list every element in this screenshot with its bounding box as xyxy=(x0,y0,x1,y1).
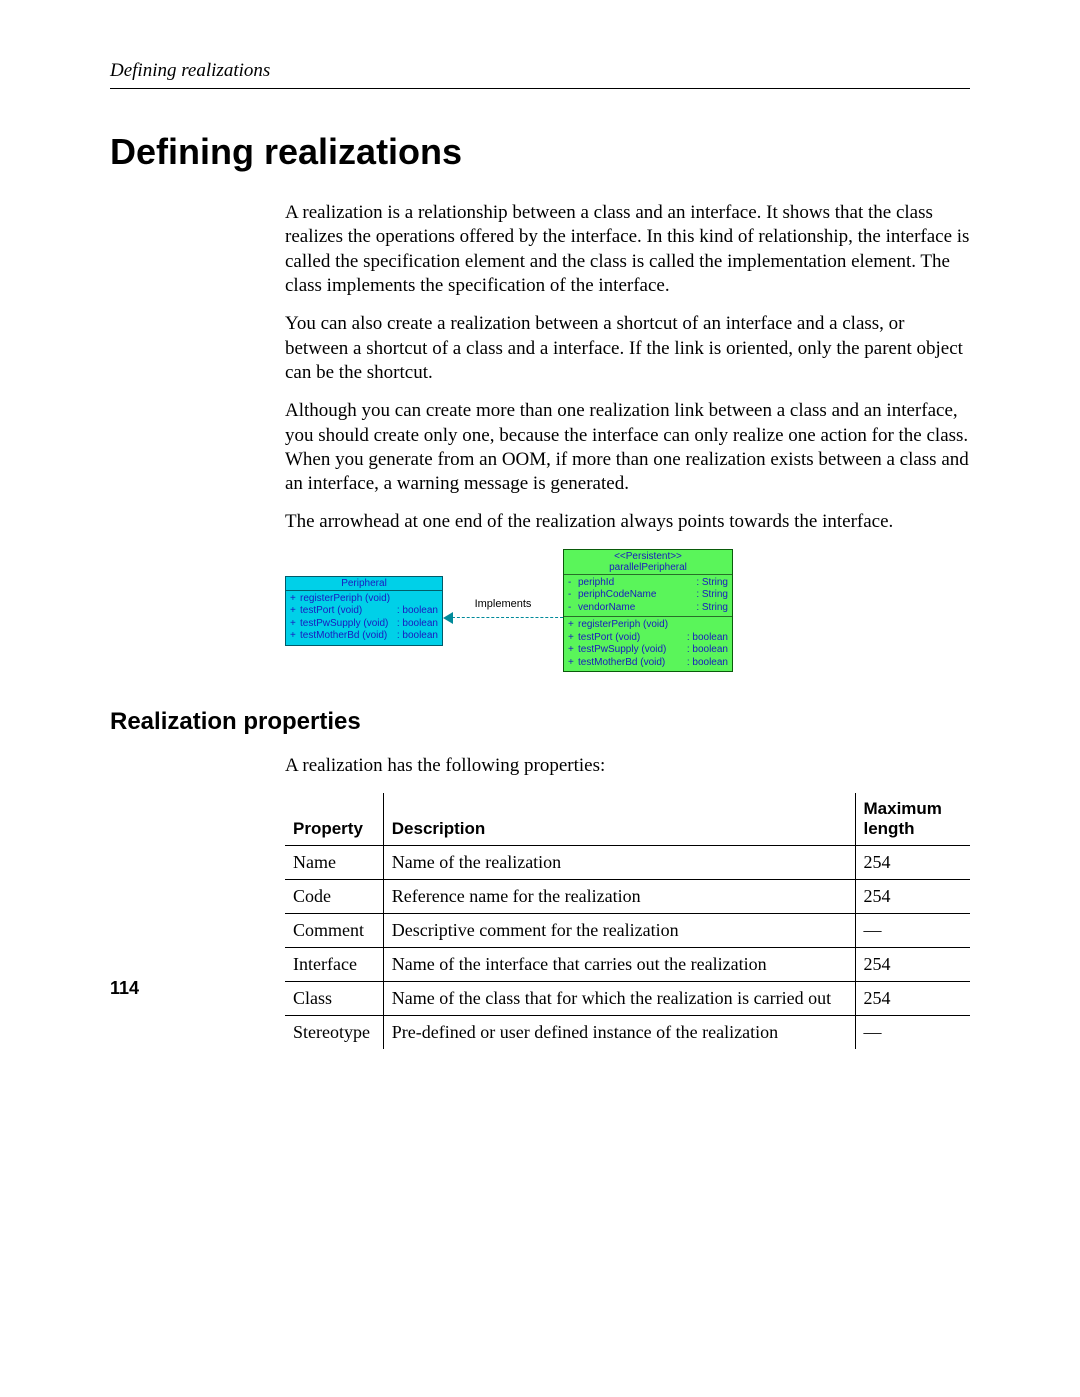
uml-op: +testPort (void): boolean xyxy=(290,605,438,618)
uml-connector-label: Implements xyxy=(475,598,532,610)
cell-property: Code xyxy=(285,879,383,913)
table-row: Interface Name of the interface that car… xyxy=(285,947,970,981)
table-row: Comment Descriptive comment for the real… xyxy=(285,913,970,947)
table-row: Stereotype Pre-defined or user defined i… xyxy=(285,1015,970,1049)
paragraph: The arrowhead at one end of the realizat… xyxy=(285,510,970,534)
uml-op: +testMotherBd (void): boolean xyxy=(290,630,438,643)
cell-property: Interface xyxy=(285,947,383,981)
cell-property: Class xyxy=(285,981,383,1015)
uml-attr: -periphCodeName: String xyxy=(568,589,728,602)
th-description: Description xyxy=(383,793,855,846)
running-header: Defining realizations xyxy=(110,60,970,89)
cell-property: Stereotype xyxy=(285,1015,383,1049)
uml-attr: -vendorName: String xyxy=(568,602,728,615)
th-maxlength: Maximum length xyxy=(855,793,970,846)
table-row: Class Name of the class that for which t… xyxy=(285,981,970,1015)
section-intro: A realization has the following properti… xyxy=(285,754,970,778)
uml-op: +testPwSupply (void): boolean xyxy=(568,644,728,657)
paragraph: You can also create a realization betwee… xyxy=(285,312,970,385)
paragraph: A realization is a relationship between … xyxy=(285,201,970,298)
cell-description: Reference name for the realization xyxy=(383,879,855,913)
paragraph: Although you can create more than one re… xyxy=(285,399,970,496)
uml-interface-attrs: -periphId: String -periphCodeName: Strin… xyxy=(564,575,732,618)
uml-interface-box: <<Persistent>> parallelPeripheral -perip… xyxy=(563,549,733,673)
cell-property: Comment xyxy=(285,913,383,947)
uml-realization-connector: Implements xyxy=(443,598,563,624)
cell-maxlength: — xyxy=(855,1015,970,1049)
cell-description: Name of the interface that carries out t… xyxy=(383,947,855,981)
uml-class-box: Peripheral +registerPeriph (void) +testP… xyxy=(285,576,443,646)
intro-block: A realization is a relationship between … xyxy=(285,201,970,535)
page-number: 114 xyxy=(110,978,139,999)
properties-table: Property Description Maximum length Name… xyxy=(285,793,970,1049)
cell-maxlength: — xyxy=(855,913,970,947)
table-row: Code Reference name for the realization … xyxy=(285,879,970,913)
cell-maxlength: 254 xyxy=(855,845,970,879)
cell-description: Descriptive comment for the realization xyxy=(383,913,855,947)
th-property: Property xyxy=(285,793,383,846)
cell-description: Name of the realization xyxy=(383,845,855,879)
page-title: Defining realizations xyxy=(110,131,970,173)
uml-op: +testPort (void): boolean xyxy=(568,632,728,645)
uml-class-title: Peripheral xyxy=(286,577,442,591)
uml-class-ops: +registerPeriph (void) +testPort (void):… xyxy=(286,591,442,645)
uml-op: +testPwSupply (void): boolean xyxy=(290,618,438,631)
cell-description: Name of the class that for which the rea… xyxy=(383,981,855,1015)
uml-dashed-line xyxy=(452,617,563,618)
uml-interface-title: parallelPeripheral xyxy=(568,562,728,573)
uml-interface-ops: +registerPeriph (void) +testPort (void):… xyxy=(564,617,732,671)
uml-diagram: Peripheral +registerPeriph (void) +testP… xyxy=(285,549,970,673)
section-heading: Realization properties xyxy=(110,708,970,736)
cell-maxlength: 254 xyxy=(855,879,970,913)
uml-attr: -periphId: String xyxy=(568,577,728,590)
uml-op: +registerPeriph (void) xyxy=(290,593,438,606)
uml-interface-header: <<Persistent>> parallelPeripheral xyxy=(564,550,732,575)
uml-stereotype: <<Persistent>> xyxy=(568,551,728,562)
table-row: Name Name of the realization 254 xyxy=(285,845,970,879)
table-header-row: Property Description Maximum length xyxy=(285,793,970,846)
paragraph: A realization has the following properti… xyxy=(285,754,970,778)
uml-op: +testMotherBd (void): boolean xyxy=(568,657,728,670)
cell-maxlength: 254 xyxy=(855,947,970,981)
cell-maxlength: 254 xyxy=(855,981,970,1015)
cell-description: Pre-defined or user defined instance of … xyxy=(383,1015,855,1049)
uml-op: +registerPeriph (void) xyxy=(568,619,728,632)
cell-property: Name xyxy=(285,845,383,879)
